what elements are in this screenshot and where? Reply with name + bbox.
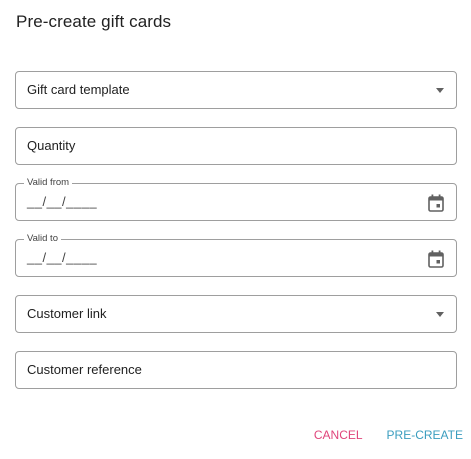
quantity-field[interactable]: Quantity [15, 127, 457, 165]
chevron-down-icon [436, 312, 444, 317]
pre-create-button[interactable]: PRE-CREATE [387, 428, 463, 442]
chevron-down-icon [436, 88, 444, 93]
dialog-title: Pre-create gift cards [16, 12, 172, 31]
cancel-button[interactable]: CANCEL [314, 428, 363, 442]
valid-from-value: __/__/____ [27, 194, 98, 209]
gift-card-template-placeholder: Gift card template [27, 82, 130, 97]
calendar-icon[interactable] [428, 194, 444, 212]
quantity-placeholder: Quantity [27, 138, 76, 153]
valid-to-field[interactable]: Valid to __/__/____ [15, 233, 457, 277]
gift-card-template-select[interactable]: Gift card template [15, 71, 457, 109]
calendar-icon[interactable] [428, 250, 444, 268]
customer-link-placeholder: Customer link [27, 306, 107, 321]
dialog-actions: CANCEL PRE-CREATE [314, 428, 463, 442]
customer-reference-placeholder: Customer reference [27, 362, 142, 377]
customer-link-select[interactable]: Customer link [15, 295, 457, 333]
valid-to-label: Valid to [24, 233, 61, 245]
valid-to-value: __/__/____ [27, 250, 98, 265]
valid-from-field[interactable]: Valid from __/__/____ [15, 177, 457, 221]
customer-reference-field[interactable]: Customer reference [15, 351, 457, 389]
valid-from-label: Valid from [24, 177, 73, 189]
